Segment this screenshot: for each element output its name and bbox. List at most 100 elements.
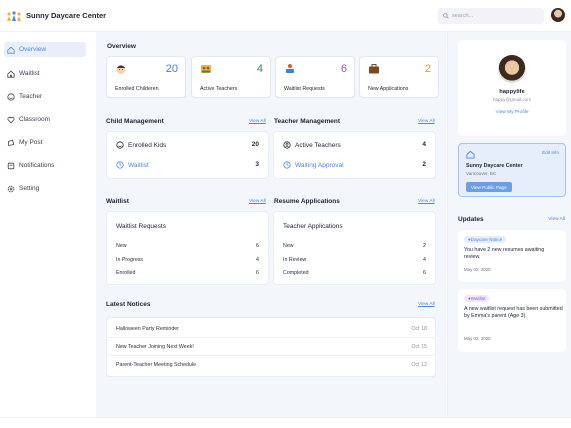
list-label: New bbox=[116, 243, 127, 249]
clock-icon bbox=[116, 161, 124, 169]
resume-card: Teacher Applications New 2 In Review 4 C… bbox=[273, 211, 436, 285]
update-tag: ● Daycare Notice bbox=[464, 236, 507, 243]
bell-icon bbox=[7, 162, 15, 169]
row-label: Active Teachers bbox=[295, 141, 341, 149]
logo-icon bbox=[7, 10, 21, 21]
list-value: 6 bbox=[423, 270, 426, 276]
row-value: 3 bbox=[255, 161, 259, 168]
sidebar-item-label: My Post bbox=[19, 139, 43, 146]
waitlist-title: Waitlist bbox=[106, 198, 129, 205]
list-label: Enrolled bbox=[116, 270, 136, 276]
teacher-management-view-all-link[interactable]: View All bbox=[418, 119, 435, 124]
waiting-approval-row[interactable]: Waiting Approval bbox=[283, 161, 344, 169]
notice-date: Oct 18 bbox=[411, 326, 427, 332]
stat-label: New Applications bbox=[368, 86, 409, 92]
notice-row[interactable]: Parent-Teacher Meeting Schedule Oct 12 bbox=[107, 356, 435, 374]
stat-value: 6 bbox=[340, 63, 347, 75]
sidebar-item-teacher[interactable]: Teacher bbox=[4, 89, 86, 104]
notice-date: Oct 12 bbox=[411, 362, 427, 368]
waitlist-view-all-link[interactable]: View All bbox=[249, 199, 266, 204]
notice-title: Halloween Party Reminder bbox=[116, 326, 180, 332]
sidebar-item-my-post[interactable]: My Post bbox=[4, 135, 86, 150]
update-text: A new waitlist request has been submitte… bbox=[464, 306, 563, 319]
stat-card-teachers[interactable]: 4 Active Teachers bbox=[191, 56, 271, 98]
stat-label: Waitlist Requests bbox=[284, 86, 325, 92]
update-card[interactable]: ● Daycare Notice You have 2 new resumes … bbox=[458, 230, 566, 282]
center-card: Edit Info Sunny Daycare Center Vancouver… bbox=[458, 143, 566, 197]
search-input[interactable]: search... bbox=[438, 8, 544, 24]
card-title: Waitlist Requests bbox=[116, 223, 166, 230]
sidebar-item-label: Notifications bbox=[19, 162, 55, 169]
resume-view-all-link[interactable]: View All bbox=[418, 199, 435, 204]
row-value: 2 bbox=[422, 161, 426, 168]
update-text: You have 2 new resumes awaiting review. bbox=[464, 247, 545, 260]
active-teachers-row[interactable]: Active Teachers bbox=[283, 141, 341, 149]
sidebar-item-waitlist[interactable]: Waitlist bbox=[4, 66, 86, 81]
list-value: 6 bbox=[256, 243, 259, 249]
overview-title: Overview bbox=[107, 43, 136, 50]
updates-title: Updates bbox=[458, 216, 484, 223]
search-icon bbox=[443, 13, 449, 19]
enrolled-kids-row[interactable]: Enrolled Kids bbox=[116, 141, 166, 149]
sidebar-item-label: Teacher bbox=[19, 93, 43, 100]
child-management-view-all-link[interactable]: View All bbox=[249, 119, 266, 124]
latest-notices-title: Latest Notices bbox=[106, 301, 151, 308]
sidebar-item-classroom[interactable]: Classroom bbox=[4, 112, 86, 127]
top-bar: Sunny Daycare Center search... bbox=[0, 0, 571, 32]
list-value: 2 bbox=[423, 243, 426, 249]
sidebar-item-label: Setting bbox=[19, 185, 40, 192]
sidebar-item-setting[interactable]: Setting bbox=[4, 181, 86, 196]
list-label: New bbox=[283, 243, 294, 249]
sidebar-item-label: Waitlist bbox=[19, 70, 40, 77]
profile-card: happylife happy@gmail.com View My Profil… bbox=[458, 40, 566, 136]
list-label: In Review bbox=[283, 257, 307, 263]
home-outline-icon bbox=[7, 70, 15, 78]
sidebar: Overview Waitlist Teacher Classroom My P… bbox=[0, 32, 96, 417]
stat-label: Active Teachers bbox=[200, 86, 238, 92]
waitlist-row[interactable]: Waitlist bbox=[116, 161, 149, 169]
notice-date: Oct 15 bbox=[411, 344, 427, 350]
row-value: 4 bbox=[422, 141, 426, 148]
list-label: Completed bbox=[283, 270, 309, 276]
search-placeholder: search... bbox=[452, 13, 474, 19]
right-panel: happylife happy@gmail.com View My Profil… bbox=[447, 32, 571, 417]
sidebar-item-notifications[interactable]: Notifications bbox=[4, 158, 86, 173]
child-management-title: Child Management bbox=[106, 118, 164, 125]
user-avatar[interactable] bbox=[551, 8, 565, 22]
view-public-page-button[interactable]: View Public Page bbox=[466, 182, 512, 192]
list-label: In Progress bbox=[116, 257, 144, 263]
stat-label: Enrolled Childeren bbox=[115, 86, 159, 92]
home-icon bbox=[466, 150, 475, 159]
tag-label: Daycare Notice bbox=[470, 237, 503, 242]
sidebar-item-overview[interactable]: Overview bbox=[4, 42, 86, 57]
app-name: Sunny Daycare Center bbox=[26, 11, 107, 20]
post-icon bbox=[8, 139, 15, 146]
heart-icon bbox=[7, 116, 15, 123]
stat-card-enrolled[interactable]: 20 Enrolled Childeren bbox=[106, 56, 186, 98]
stat-value: 20 bbox=[165, 63, 178, 75]
app-logo[interactable]: Sunny Daycare Center bbox=[6, 10, 106, 22]
row-label: Enrolled Kids bbox=[128, 141, 167, 149]
center-name: Sunny Daycare Center bbox=[466, 163, 523, 169]
main-content: Overview 20 Enrolled Childeren 4 Active … bbox=[96, 32, 446, 417]
stat-card-waitlist[interactable]: 6 Waitlist Requests bbox=[275, 56, 355, 98]
stat-value: 4 bbox=[256, 63, 263, 75]
center-location: Vancouver, BC bbox=[466, 171, 497, 176]
row-label: Waitlist bbox=[128, 161, 149, 169]
smile-icon bbox=[7, 92, 15, 101]
row-label: Waiting Approval bbox=[295, 161, 344, 169]
notice-title: Parent-Teacher Meeting Schedule bbox=[116, 362, 197, 368]
notice-row[interactable]: New Teacher Joining Next Week! Oct 15 bbox=[107, 338, 435, 356]
teacher-management-card: Active Teachers 4 Waiting Approval 2 bbox=[273, 131, 436, 179]
card-title: Teacher Applications bbox=[283, 223, 343, 230]
stat-card-applications[interactable]: 2 New Applications bbox=[359, 56, 439, 98]
smile-icon bbox=[116, 141, 124, 149]
update-tag: ● Waitlist bbox=[464, 295, 490, 302]
updates-view-all-link[interactable]: View All bbox=[548, 217, 565, 222]
view-profile-button[interactable]: View My Profile bbox=[458, 110, 566, 115]
notices-view-all-link[interactable]: View All bbox=[418, 302, 435, 307]
notice-row[interactable]: Halloween Party Reminder Oct 18 bbox=[107, 320, 435, 338]
update-card[interactable]: ● Waitlist A new waitlist request has be… bbox=[458, 289, 566, 352]
edit-info-link[interactable]: Edit Info bbox=[542, 150, 559, 155]
child-management-card: Enrolled Kids 20 Waitlist 3 bbox=[106, 131, 269, 179]
